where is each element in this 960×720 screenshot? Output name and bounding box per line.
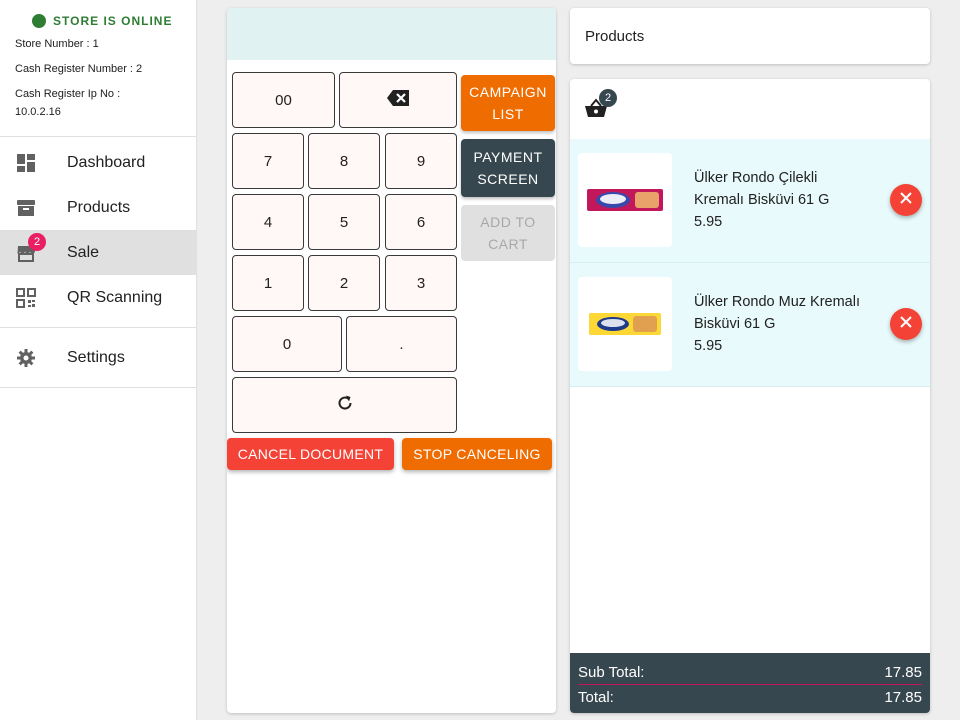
sidebar-item-label: QR Scanning — [67, 288, 163, 306]
key-8[interactable]: 8 — [308, 133, 380, 189]
remove-item-button[interactable] — [890, 184, 922, 216]
cart-item-price: 5.95 — [694, 338, 723, 354]
archive-icon — [16, 198, 36, 218]
cart-item-price: 5.95 — [694, 214, 723, 230]
store-info: Store Number : 1 Cash Register Number : … — [15, 37, 196, 119]
key-2[interactable]: 2 — [308, 255, 380, 311]
key-6[interactable]: 6 — [385, 194, 457, 250]
store-number: Store Number : 1 — [15, 38, 99, 50]
close-icon — [899, 315, 913, 334]
cart-item-details: Ülker Rondo Muz Kremalı Bisküvi 61 G 5.9… — [694, 291, 864, 357]
cancel-document-button[interactable]: CANCEL DOCUMENT — [227, 438, 394, 470]
key-double-zero[interactable]: 00 — [232, 72, 335, 128]
key-9[interactable]: 9 — [385, 133, 457, 189]
add-to-cart-button[interactable]: ADD TO CART — [461, 205, 555, 261]
campaign-list-button[interactable]: CAMPAIGN LIST — [461, 75, 555, 131]
payment-screen-button[interactable]: PAYMENT SCREEN — [461, 139, 555, 197]
sidebar-item-settings[interactable]: Settings — [0, 335, 196, 380]
backspace-key[interactable] — [339, 72, 457, 128]
product-image — [578, 153, 672, 247]
cart-item: Ülker Rondo Muz Kremalı Bisküvi 61 G 5.9… — [570, 263, 930, 387]
product-image — [578, 277, 672, 371]
gear-icon — [16, 348, 36, 368]
sidebar: STORE IS ONLINE Store Number : 1 Cash Re… — [0, 0, 197, 720]
cart-panel: 2 Ülker Rondo Çilekli Kremalı Bisküvi 61… — [570, 79, 930, 713]
key-7[interactable]: 7 — [232, 133, 304, 189]
sidebar-divider — [0, 136, 196, 137]
subtotal-label: Sub Total: — [578, 663, 645, 681]
store-status: STORE IS ONLINE — [32, 14, 196, 28]
sidebar-item-dashboard[interactable]: Dashboard — [0, 140, 196, 185]
subtotal-value: 17.85 — [884, 663, 922, 681]
subtotal-row: Sub Total: 17.85 — [578, 661, 922, 683]
totals-bar: Sub Total: 17.85 Total: 17.85 — [570, 653, 930, 713]
pink-biscuit-pack-image — [587, 189, 663, 211]
sidebar-item-products[interactable]: Products — [0, 185, 196, 230]
key-3[interactable]: 3 — [385, 255, 457, 311]
cart-item-name: Ülker Rondo Muz Kremalı Bisküvi 61 G — [694, 294, 860, 332]
sidebar-item-label: Sale — [67, 243, 100, 261]
key-4[interactable]: 4 — [232, 194, 304, 250]
key-decimal-point[interactable]: . — [346, 316, 457, 372]
yellow-biscuit-pack-image — [589, 313, 661, 335]
cart-item-name: Ülker Rondo Çilekli Kremalı Bisküvi 61 G — [694, 170, 830, 208]
sale-count-badge: 2 — [28, 233, 46, 251]
reset-key[interactable] — [232, 377, 457, 433]
store-status-text: STORE IS ONLINE — [53, 14, 173, 28]
sidebar-divider — [0, 327, 196, 328]
cash-register-number: Cash Register Number : 2 — [15, 63, 143, 75]
close-icon — [899, 191, 913, 210]
cart-count-badge: 2 — [599, 89, 617, 107]
products-title: Products — [585, 27, 645, 45]
stop-canceling-button[interactable]: STOP CANCELING — [402, 438, 552, 470]
total-label: Total: — [578, 688, 614, 706]
cart-item-details: Ülker Rondo Çilekli Kremalı Bisküvi 61 G… — [694, 167, 864, 233]
sidebar-item-sale[interactable]: 2 Sale — [0, 230, 196, 275]
products-header: Products — [570, 8, 930, 64]
cart-item: Ülker Rondo Çilekli Kremalı Bisküvi 61 G… — [570, 139, 930, 263]
dashboard-icon — [16, 153, 36, 173]
qr-code-icon — [16, 287, 36, 308]
sidebar-item-label: Settings — [67, 348, 125, 366]
online-status-dot — [32, 14, 46, 28]
sidebar-divider — [0, 387, 196, 388]
sidebar-item-label: Dashboard — [67, 153, 146, 171]
cash-register-ip-label: Cash Register Ip No : — [15, 88, 121, 100]
sidebar-item-qr-scanning[interactable]: QR Scanning — [0, 275, 196, 320]
total-value: 17.85 — [884, 688, 922, 706]
sidebar-item-label: Products — [67, 198, 131, 216]
key-5[interactable]: 5 — [308, 194, 380, 250]
remove-item-button[interactable] — [890, 308, 922, 340]
refresh-icon — [336, 394, 354, 416]
key-1[interactable]: 1 — [232, 255, 304, 311]
cash-register-ip: 10.0.2.16 — [15, 106, 61, 118]
keypad-display — [227, 8, 556, 60]
totals-divider — [578, 684, 922, 685]
total-row: Total: 17.85 — [578, 686, 922, 708]
key-0[interactable]: 0 — [232, 316, 342, 372]
backspace-icon — [387, 90, 409, 110]
keypad-panel: 00 7 8 9 4 5 6 1 2 3 0 . CAMPAIGN LIST P… — [227, 8, 556, 713]
